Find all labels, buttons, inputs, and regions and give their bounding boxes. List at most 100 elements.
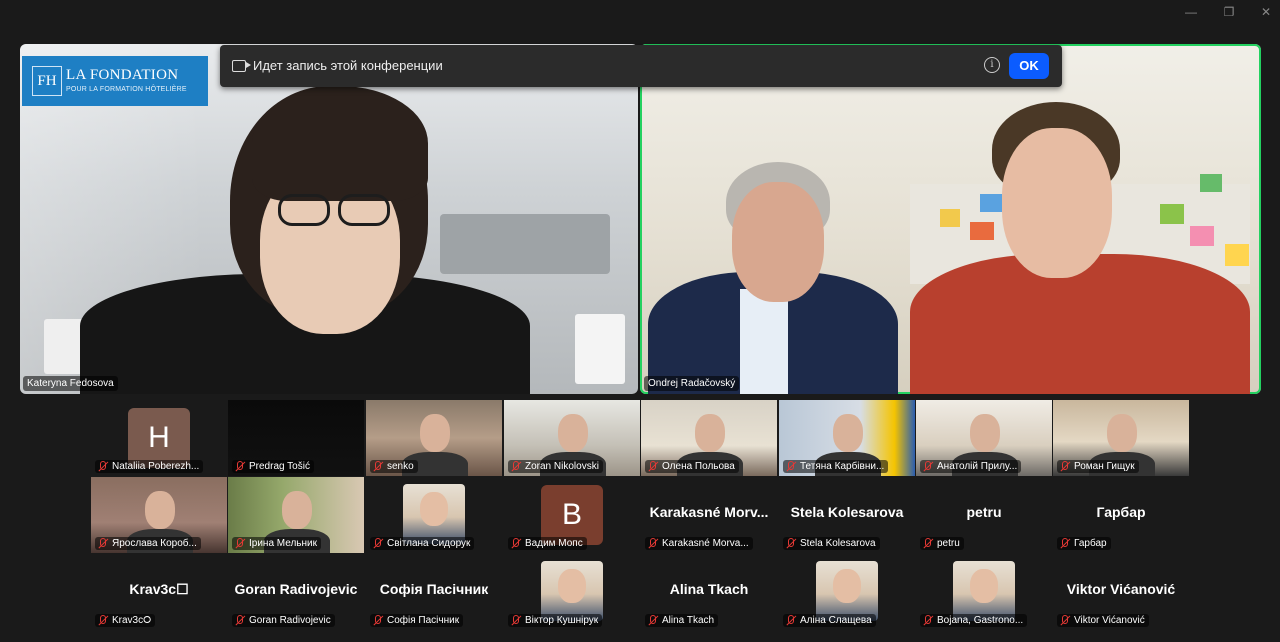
participant-display-name: Viktor Vićanović <box>1066 581 1176 597</box>
participant-name-tag: Світлана Сидорук <box>370 537 475 550</box>
avatar-photo <box>541 561 603 621</box>
participant-name: Віктор Кушнірук <box>525 615 599 626</box>
participant-tile[interactable]: Анатолій Прилу... <box>916 400 1052 476</box>
participant-name-tag: Karakasné Morva... <box>645 537 753 550</box>
participant-name: Nataliia Poberezh... <box>112 461 200 472</box>
participant-tile[interactable]: Stela Kolesarova Stela Kolesarova <box>779 477 915 553</box>
participant-name: Krav3c⭘ <box>112 615 152 626</box>
participant-name-tag: Stela Kolesarova <box>783 537 880 550</box>
participant-name-tag: Анатолій Прилу... <box>920 460 1022 473</box>
sticky-note <box>1225 244 1249 266</box>
participant-tile[interactable]: Роман Гищук <box>1053 400 1189 476</box>
participant-name-tag: Bojana, Gastrono... <box>920 614 1028 627</box>
info-icon[interactable]: i <box>984 57 1000 73</box>
main-video-tile-left[interactable]: FH LA FONDATION POUR LA FORMATION HÔTELI… <box>20 44 638 394</box>
avatar-face <box>833 569 861 603</box>
background-cup <box>575 314 625 384</box>
la-fondation-logo: FH LA FONDATION POUR LA FORMATION HÔTELI… <box>22 56 208 106</box>
avatar-face <box>558 569 586 603</box>
participant-tile[interactable]: senko <box>366 400 502 476</box>
sticky-note <box>940 209 960 227</box>
participant-name: Тетяна Карбівни... <box>800 461 885 472</box>
participant-name: Аліна Слащева <box>800 615 872 626</box>
participant-name: Софія Пасічник <box>387 615 460 626</box>
speaker1-shirt <box>740 289 788 394</box>
participant-name: Ірина Мельник <box>249 538 317 549</box>
muted-mic-icon <box>234 538 245 549</box>
participant-tile[interactable]: Гарбар Гарбар <box>1053 477 1189 553</box>
participant-tile[interactable]: Ірина Мельник <box>228 477 364 553</box>
minimize-icon[interactable]: — <box>1183 4 1199 20</box>
muted-mic-icon <box>1059 538 1070 549</box>
speaker2-face <box>1002 128 1112 278</box>
participant-name-tag: Ірина Мельник <box>232 537 321 550</box>
participant-name: Viktor Vićanović <box>1074 615 1145 626</box>
avatar: B <box>541 485 603 545</box>
participant-name: Predrag Tošić <box>249 461 310 472</box>
participant-tile[interactable]: B Вадим Мопс <box>504 477 640 553</box>
participant-tile[interactable]: Viktor Vićanović Viktor Vićanović <box>1053 554 1189 630</box>
participant-tile[interactable]: Zoran Nikolovski <box>504 400 640 476</box>
participant-display-name: Гарбар <box>1096 504 1146 520</box>
participant-tile[interactable]: Bojana, Gastrono... <box>916 554 1052 630</box>
participant-tile[interactable]: Тетяна Карбівни... <box>779 400 915 476</box>
participant-name: Вадим Мопс <box>525 538 583 549</box>
participant-name-tag: Аліна Слащева <box>783 614 876 627</box>
participant-tile[interactable]: H Nataliia Poberezh... <box>91 400 227 476</box>
muted-mic-icon <box>785 461 796 472</box>
muted-mic-icon <box>234 615 245 626</box>
participant-tile[interactable]: petru petru <box>916 477 1052 553</box>
participant-name-tag: Predrag Tošić <box>232 460 314 473</box>
participant-face <box>1107 414 1137 452</box>
avatar-face <box>970 569 998 603</box>
muted-mic-icon <box>922 615 933 626</box>
participant-tile[interactable]: Predrag Tošić <box>228 400 364 476</box>
participant-name-tag: Nataliia Poberezh... <box>95 460 204 473</box>
muted-mic-icon <box>785 538 796 549</box>
muted-mic-icon <box>97 461 108 472</box>
sticky-note <box>1190 226 1214 246</box>
participant-tile[interactable]: Ярослава Короб... <box>91 477 227 553</box>
participant-name: petru <box>937 538 960 549</box>
participant-tile[interactable]: Krav3c☐ Krav3c⭘ <box>91 554 227 630</box>
participant-tile[interactable]: Олена Польова <box>641 400 777 476</box>
participant-name: Гарбар <box>1074 538 1107 549</box>
muted-mic-icon <box>372 538 383 549</box>
participant-tile[interactable]: Goran Radivojevic Goran Radivojevic <box>228 554 364 630</box>
participant-tile[interactable]: Софія Пасічник Софія Пасічник <box>366 554 502 630</box>
logo-mark: FH <box>32 66 62 96</box>
participant-display-name: Софія Пасічник <box>379 581 489 597</box>
sticky-note <box>970 222 994 240</box>
participant-name: Bojana, Gastrono... <box>937 615 1024 626</box>
speaker-glasses-left <box>278 194 330 226</box>
restore-icon[interactable]: ❐ <box>1221 4 1237 20</box>
participant-tile[interactable]: Віктор Кушнірук <box>504 554 640 630</box>
participant-name-tag: Ярослава Короб... <box>95 537 201 550</box>
avatar-photo <box>403 484 465 544</box>
muted-mic-icon <box>647 615 658 626</box>
participant-tile[interactable]: Karakasné Morv... Karakasné Morva... <box>641 477 777 553</box>
participant-display-name: Goran Radivojevic <box>234 581 358 597</box>
participant-face <box>558 414 588 452</box>
muted-mic-icon <box>647 461 658 472</box>
speaker-bangs <box>252 86 428 201</box>
participant-tile[interactable]: Аліна Слащева <box>779 554 915 630</box>
muted-mic-icon <box>922 538 933 549</box>
participant-name: Світлана Сидорук <box>387 538 471 549</box>
participant-face <box>970 414 1000 452</box>
participant-face <box>282 491 312 529</box>
muted-mic-icon <box>510 538 521 549</box>
sticky-note <box>1200 174 1222 192</box>
participant-display-name: Alina Tkach <box>669 581 749 597</box>
muted-mic-icon <box>372 461 383 472</box>
main-video-tile-right[interactable]: Ondrej Radačovský <box>640 44 1261 394</box>
participant-name: Zoran Nikolovski <box>525 461 599 472</box>
participant-tile[interactable]: Світлана Сидорук <box>366 477 502 553</box>
close-icon[interactable]: ✕ <box>1258 4 1274 20</box>
avatar-photo <box>816 561 878 621</box>
sticky-note <box>980 194 1002 212</box>
participant-tile[interactable]: Alina Tkach Alina Tkach <box>641 554 777 630</box>
recording-banner-text: Идет запись этой конференции <box>253 58 443 73</box>
ok-button[interactable]: OK <box>1009 53 1049 79</box>
speaker-glasses-right <box>338 194 390 226</box>
